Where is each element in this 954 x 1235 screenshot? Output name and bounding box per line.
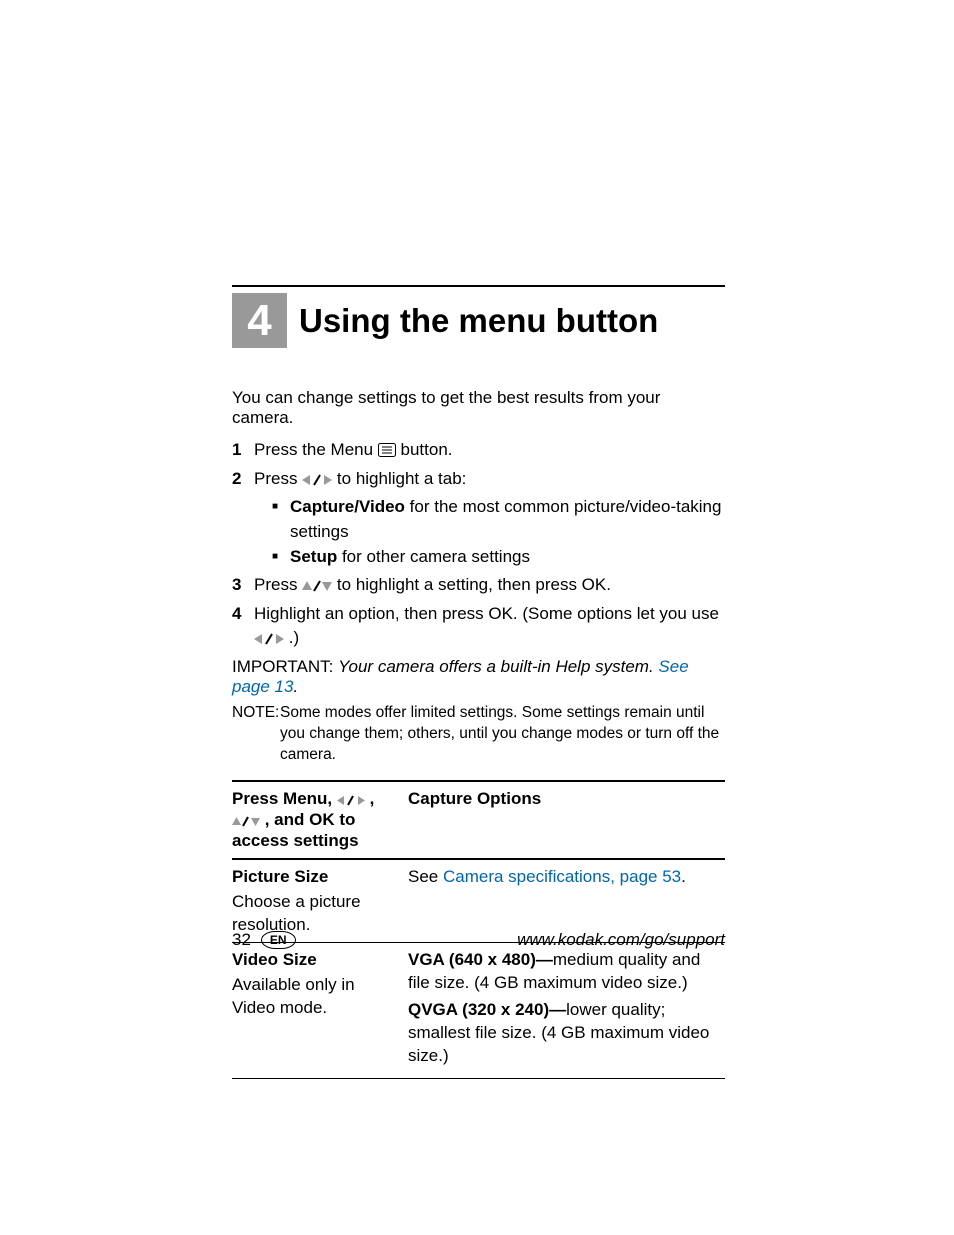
video-size-title: Video Size [232, 950, 317, 969]
step-3: Press to highlight a setting, then press… [232, 573, 725, 598]
table-head-left: Press Menu, , , and OK to access setting… [232, 781, 408, 859]
left-right-icon [337, 795, 365, 806]
step-2-sub-2-rest: for other camera settings [337, 547, 530, 566]
video-size-sub: Available only in Video mode. [232, 974, 402, 1020]
left-right-icon [302, 474, 332, 486]
step-4: Highlight an option, then press OK. (Som… [232, 602, 725, 651]
language-badge: EN [261, 931, 296, 949]
page-content: 4 Using the menu button You can change s… [232, 285, 725, 1079]
left-right-icon [254, 633, 284, 645]
qvga-label: QVGA (320 x 240)— [408, 1000, 566, 1019]
step-2-text-a: Press [254, 469, 302, 488]
step-2-sub-1: Capture/Video for the most common pictur… [272, 495, 725, 544]
top-rule [232, 285, 725, 287]
step-1: Press the Menu button. [232, 438, 725, 463]
steps-list: Press the Menu button. Press to highligh… [232, 438, 725, 651]
picture-size-title: Picture Size [232, 867, 328, 886]
up-down-icon [302, 580, 332, 592]
video-size-cell: Video Size Available only in Video mode. [232, 943, 408, 1079]
menu-icon [378, 443, 396, 457]
footer-url[interactable]: www.kodak.com/go/support [517, 930, 725, 950]
table-head-right: Capture Options [408, 781, 725, 859]
important-label: IMPORTANT: [232, 657, 333, 676]
video-size-desc: VGA (640 x 480)—medium quality and file … [408, 943, 725, 1079]
chapter-heading: 4 Using the menu button [232, 293, 725, 348]
intro-text: You can change settings to get the best … [232, 388, 725, 428]
up-down-icon [232, 816, 260, 827]
chapter-title: Using the menu button [299, 302, 658, 340]
page-footer: 32 EN www.kodak.com/go/support [232, 930, 725, 950]
table-header-row: Press Menu, , , and OK to access setting… [232, 781, 725, 859]
step-4-text-b: .) [289, 628, 299, 647]
spec-link[interactable]: Camera specifications, page 53 [443, 867, 681, 886]
footer-left: 32 EN [232, 930, 296, 950]
step-2-sublist: Capture/Video for the most common pictur… [272, 495, 725, 569]
note-body: Some modes offer limited settings. Some … [280, 703, 725, 766]
step-1-text-a: Press the Menu [254, 440, 378, 459]
note-label: NOTE: [232, 703, 280, 766]
vga-label: VGA (640 x 480)— [408, 950, 553, 969]
important-note: IMPORTANT: Your camera offers a built-in… [232, 657, 725, 697]
step-3-text-b: to highlight a setting, then press OK. [337, 575, 611, 594]
step-3-text-a: Press [254, 575, 302, 594]
note-row: NOTE: Some modes offer limited settings.… [232, 703, 725, 766]
step-2: Press to highlight a tab: Capture/Video … [232, 467, 725, 570]
step-2-sub-2: Setup for other camera settings [272, 545, 725, 570]
table-row: Video Size Available only in Video mode.… [232, 943, 725, 1079]
step-2-sub-2-bold: Setup [290, 547, 337, 566]
chapter-number: 4 [232, 293, 287, 348]
step-2-sub-1-bold: Capture/Video [290, 497, 405, 516]
step-4-text-a: Highlight an option, then press OK. (Som… [254, 604, 719, 623]
page-number: 32 [232, 930, 251, 950]
step-1-text-b: button. [401, 440, 453, 459]
step-2-text-b: to highlight a tab: [337, 469, 466, 488]
